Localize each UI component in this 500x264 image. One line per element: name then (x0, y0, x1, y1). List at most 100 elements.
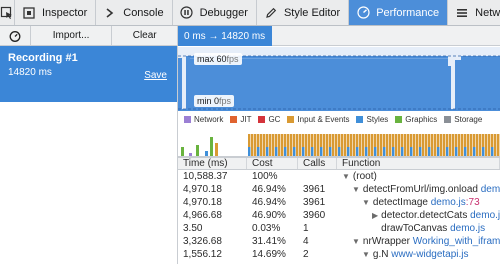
function-source-link[interactable]: demo.js (450, 223, 485, 234)
cell-calls: 3960 (303, 210, 326, 221)
markers-overview[interactable] (178, 127, 500, 157)
cell-time: 3.50 (183, 223, 203, 234)
marker-bar (359, 134, 362, 157)
clear-button[interactable]: Clear (111, 25, 177, 46)
fps-min-label: min 0fps (194, 95, 235, 107)
tab-network[interactable]: Network (448, 0, 500, 25)
marker-bar (347, 147, 350, 157)
marker-bar (323, 134, 326, 157)
marker-bar (431, 134, 434, 157)
tab-debugger[interactable]: Debugger (173, 0, 257, 25)
marker-bar (299, 134, 302, 157)
function-source-link[interactable]: demo.js (481, 184, 500, 195)
marker-bar (350, 134, 353, 157)
cell-function: ▼ detectImage demo.js:73 (337, 196, 500, 209)
legend-swatch (230, 115, 238, 123)
function-source-link[interactable]: demo.js (470, 210, 500, 221)
table-row[interactable]: 4,970.18 46.94% 3961 ▼ detectImage demo.js:7… (178, 196, 500, 209)
expand-twisty-icon[interactable]: ▶ (372, 211, 378, 220)
tab-style-editor[interactable]: Style Editor (257, 0, 350, 25)
expand-twisty-icon[interactable]: ▼ (352, 237, 360, 246)
record-button[interactable] (0, 26, 30, 46)
expand-twisty-icon[interactable]: ▼ (342, 172, 350, 181)
legend-label: Input & Events (297, 114, 350, 124)
marker-bar (464, 147, 467, 157)
function-name: (root) (352, 171, 377, 182)
fps-max-unit: fps (226, 54, 239, 64)
cell-calls: 4 (303, 236, 309, 247)
marker-bar (452, 134, 455, 157)
cell-cost: 14.69% (252, 249, 286, 260)
marker-bar (281, 134, 284, 157)
header-cost[interactable]: Cost (247, 158, 298, 169)
marker-bar (278, 134, 281, 157)
recordings-toolbar: Import... Clear (0, 25, 177, 46)
recording-item[interactable]: Recording #1 14820 ms Save (0, 46, 177, 102)
recordings-panel: Import... Clear Recording #1 14820 ms Sa… (0, 25, 178, 264)
function-name: drawToCanvas (381, 223, 448, 234)
marker-bar (455, 147, 458, 157)
marker-bar (482, 147, 485, 157)
performance-main: 0 ms → 14820 ms max 60fps min 0fps Netwo… (178, 26, 500, 264)
cell-time: 1,556.12 (183, 249, 222, 260)
table-row[interactable]: 4,966.68 46.90% 3960 ▶ detector.detectCats d… (178, 209, 500, 222)
function-source-link[interactable]: www-widgetapi.js (391, 249, 468, 260)
cell-time: 4,966.68 (183, 210, 222, 221)
tab-inspector[interactable]: Inspector (15, 0, 97, 25)
legend-label: Graphics (405, 114, 438, 124)
marker-bar (365, 147, 368, 157)
table-row[interactable]: 4,970.18 46.94% 3961 ▼ detectFromUrl/img.onl… (178, 183, 500, 196)
fps-min-text: min (197, 96, 212, 106)
marker-bar (449, 134, 452, 157)
tab-performance[interactable]: Performance (349, 0, 449, 25)
import-button[interactable]: Import... (29, 25, 112, 46)
tab-console[interactable]: Console (96, 0, 173, 25)
table-row[interactable]: 10,588.37 100% ▼ (root) (178, 170, 500, 183)
function-source-link[interactable]: demo.js (431, 197, 466, 208)
marker-bar (410, 147, 413, 157)
marker-bar (488, 134, 491, 157)
marker-bar (437, 147, 440, 157)
marker-bar (398, 134, 401, 157)
function-source-link[interactable]: Working_with_iframes (413, 236, 500, 247)
table-row[interactable]: 3.50 0.03% 1 ▶drawToCanvas demo.js (178, 222, 500, 235)
expand-twisty-icon[interactable]: ▼ (362, 198, 370, 207)
cell-calls: 3961 (303, 197, 326, 208)
marker-bar (467, 134, 470, 157)
marker-bar (353, 134, 356, 157)
cell-cost: 31.41% (252, 236, 286, 247)
marker-bar (416, 134, 419, 157)
marker-bar (374, 147, 377, 157)
table-row[interactable]: 3,326.68 31.41% 4 ▼ nrWrapper Working_with_i… (178, 235, 500, 248)
header-function[interactable]: Function (337, 158, 500, 169)
cell-function: ▼ (root) (337, 170, 500, 183)
marker-bar (392, 147, 395, 157)
marker-bar (308, 134, 311, 157)
fps-overview[interactable]: max 60fps min 0fps (178, 47, 500, 111)
expand-twisty-icon[interactable]: ▼ (352, 185, 360, 194)
marker-bar (368, 134, 371, 157)
save-link[interactable]: Save (144, 70, 167, 81)
cell-cost: 46.94% (252, 197, 286, 208)
header-time[interactable]: Time (ms) (178, 158, 247, 169)
cell-cost: 0.03% (252, 223, 281, 234)
marker-bar (314, 134, 317, 157)
range-label[interactable]: 0 ms → 14820 ms (178, 26, 272, 46)
marker-bar (443, 134, 446, 157)
marker-bar (383, 147, 386, 157)
header-calls[interactable]: Calls (298, 158, 337, 169)
marker-bar (401, 147, 404, 157)
expand-twisty-icon[interactable]: ▼ (362, 250, 370, 259)
marker-bar (356, 147, 359, 157)
fps-min-unit: fps (219, 96, 232, 106)
tab-label: Debugger (199, 6, 248, 19)
cell-function: ▶detector.detectCats demo.js (337, 209, 500, 222)
element-picker-button[interactable] (0, 0, 15, 25)
tab-label: Inspector (42, 6, 88, 19)
cell-calls: 1 (303, 223, 309, 234)
tab-label: Console (123, 6, 164, 19)
marker-bar (470, 134, 473, 157)
marker-bar (377, 134, 380, 157)
table-row[interactable]: 1,556.12 14.69% 2 ▼ g.N www-widgetapi.js (178, 248, 500, 261)
legend-item: JIT (230, 115, 251, 124)
